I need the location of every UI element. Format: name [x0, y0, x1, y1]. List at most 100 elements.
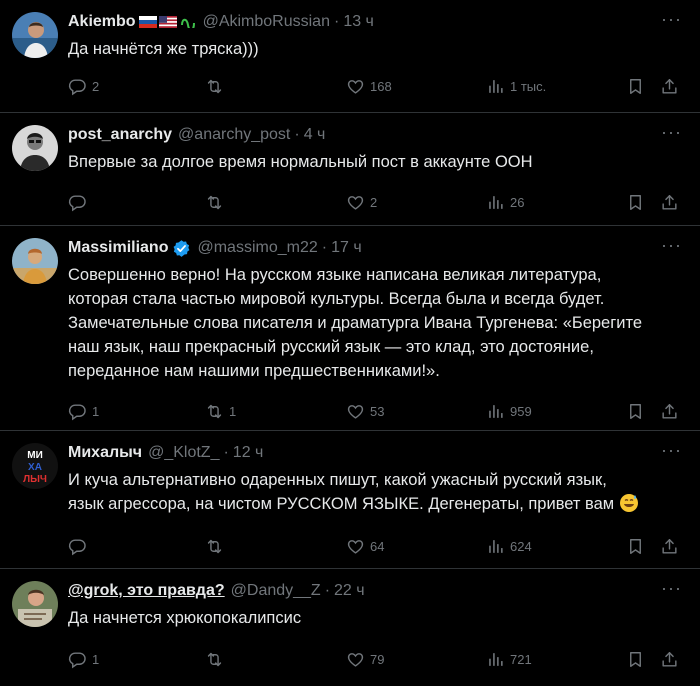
reply-icon [68, 193, 87, 212]
repost-icon [205, 537, 224, 556]
post[interactable]: post_anarchy @anarchy_post · 4 ч Впервые… [0, 113, 700, 226]
bookmark-button[interactable] [626, 650, 645, 669]
usa-flag-icon [158, 16, 177, 28]
name-emoji-flags [138, 16, 197, 28]
post[interactable]: @grok, это правда? @Dandy__Z · 22 ч Да н… [0, 569, 700, 686]
author-name[interactable]: post_anarchy [68, 124, 172, 146]
bookmark-button[interactable] [626, 77, 645, 96]
repost-icon [205, 402, 224, 421]
timeline: Akiembo @AkimboRussian · 13 ч Да начнётс… [0, 0, 700, 686]
more-icon[interactable]: ··· [661, 579, 682, 597]
bookmark-button[interactable] [626, 537, 645, 556]
action-bar: 1 79 721 [68, 650, 680, 672]
more-icon[interactable]: ··· [661, 123, 682, 141]
post[interactable]: Massimiliano @massimo_m22 · 17 ч Соверше… [0, 226, 700, 431]
share-button[interactable] [660, 537, 679, 556]
views-icon [486, 650, 505, 669]
repost-icon [205, 650, 224, 669]
share-button[interactable] [660, 650, 679, 669]
avatar[interactable] [12, 238, 58, 284]
russia-flag-icon [138, 16, 157, 28]
author-handle[interactable]: @_KlotZ_ [148, 442, 219, 464]
bookmark-icon [626, 537, 645, 556]
grinning-sweat-emoji-icon [619, 494, 638, 512]
views-button[interactable]: 959 [486, 402, 532, 421]
post-time[interactable]: 13 ч [343, 11, 374, 33]
bookmark-icon [626, 650, 645, 669]
bookmark-icon [626, 402, 645, 421]
views-button[interactable]: 1 тыс. [486, 77, 546, 96]
like-button[interactable]: 168 [346, 77, 392, 96]
like-icon [346, 193, 365, 212]
avatar[interactable] [12, 125, 58, 171]
post-time[interactable]: 22 ч [334, 580, 365, 602]
author-name[interactable]: Akiembo [68, 11, 136, 33]
author-name[interactable]: @grok, это правда? [68, 580, 225, 602]
repost-button[interactable] [205, 650, 229, 669]
like-button[interactable]: 53 [346, 402, 384, 421]
verified-icon [174, 239, 190, 257]
action-bar: 2 168 1 тыс. [68, 77, 680, 99]
reply-icon [68, 537, 87, 556]
reply-button[interactable]: 1 [68, 650, 99, 669]
bookmark-button[interactable] [626, 402, 645, 421]
reply-button[interactable] [68, 537, 92, 556]
bookmark-button[interactable] [626, 193, 645, 212]
like-icon [346, 537, 365, 556]
avatar[interactable]: МИ ХА ЛЫЧ [12, 443, 58, 489]
repost-button[interactable] [205, 193, 229, 212]
share-button[interactable] [660, 77, 679, 96]
infinity-squiggle-icon [180, 18, 195, 28]
like-icon [346, 650, 365, 669]
share-icon [660, 650, 679, 669]
post-text: Совершенно верно! На русском языке напис… [68, 266, 643, 380]
action-bar: 64 624 [68, 537, 680, 559]
views-icon [486, 77, 505, 96]
action-bar: 1 1 53 959 [68, 402, 680, 424]
reply-icon [68, 650, 87, 669]
share-icon [660, 402, 679, 421]
views-button[interactable]: 721 [486, 650, 532, 669]
share-button[interactable] [660, 193, 679, 212]
author-handle[interactable]: @AkimboRussian [203, 11, 330, 33]
more-icon[interactable]: ··· [661, 441, 682, 459]
repost-button[interactable]: 1 [205, 402, 236, 421]
author-handle[interactable]: @anarchy_post [178, 124, 290, 146]
share-icon [660, 77, 679, 96]
share-button[interactable] [660, 402, 679, 421]
post-time[interactable]: 12 ч [233, 442, 264, 464]
reply-icon [68, 402, 87, 421]
repost-button[interactable] [205, 537, 229, 556]
like-button[interactable]: 64 [346, 537, 384, 556]
action-bar: 2 26 [68, 193, 680, 215]
author-name[interactable]: Massimiliano [68, 237, 168, 259]
post-time[interactable]: 4 ч [304, 124, 326, 146]
repost-button[interactable] [205, 77, 229, 96]
post-time[interactable]: 17 ч [331, 237, 362, 259]
avatar[interactable] [12, 12, 58, 58]
bookmark-icon [626, 193, 645, 212]
views-icon [486, 537, 505, 556]
post-text: Впервые за долгое время нормальный пост … [68, 153, 533, 171]
reply-button[interactable]: 2 [68, 77, 99, 96]
avatar[interactable] [12, 581, 58, 627]
svg-text:ЛЫЧ: ЛЫЧ [23, 474, 47, 485]
like-button[interactable]: 2 [346, 193, 377, 212]
post[interactable]: Akiembo @AkimboRussian · 13 ч Да начнётс… [0, 0, 700, 113]
like-button[interactable]: 79 [346, 650, 384, 669]
like-icon [346, 402, 365, 421]
author-handle[interactable]: @Dandy__Z [231, 580, 321, 602]
post[interactable]: МИ ХА ЛЫЧ Михалыч @_KlotZ_ · 12 ч И куча… [0, 431, 700, 569]
reply-button[interactable] [68, 193, 92, 212]
author-name[interactable]: Михалыч [68, 442, 142, 464]
svg-text:ХА: ХА [28, 462, 42, 473]
avatar-text: МИ [27, 450, 43, 461]
views-icon [486, 193, 505, 212]
reply-button[interactable]: 1 [68, 402, 99, 421]
views-button[interactable]: 26 [486, 193, 524, 212]
more-icon[interactable]: ··· [661, 10, 682, 28]
more-icon[interactable]: ··· [661, 236, 682, 254]
reply-icon [68, 77, 87, 96]
views-button[interactable]: 624 [486, 537, 532, 556]
author-handle[interactable]: @massimo_m22 [197, 237, 317, 259]
